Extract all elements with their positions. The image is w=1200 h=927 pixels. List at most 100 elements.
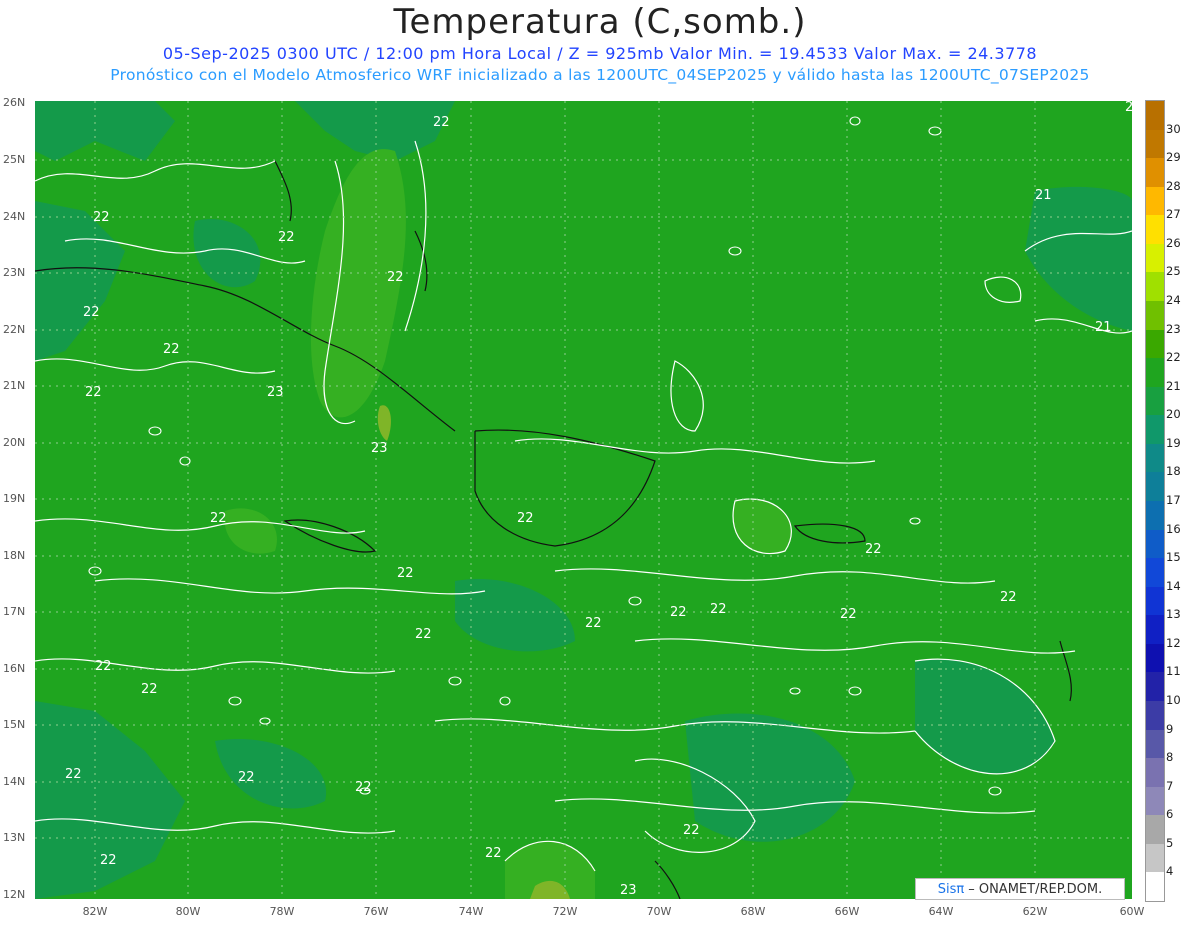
contour-label: 22 xyxy=(485,846,502,861)
colorbar-swatch xyxy=(1146,101,1164,131)
contour-label: 22 xyxy=(100,853,117,868)
credit-box: Sisπ – ONAMET/REP.DOM. xyxy=(915,878,1125,900)
colorbar-level-label: 10 xyxy=(1166,693,1181,707)
map-subtitle-time: 05-Sep-2025 0300 UTC / 12:00 pm Hora Loc… xyxy=(162,44,1038,63)
contour-label: 22 xyxy=(670,605,687,620)
temperature-colorbar xyxy=(1145,100,1165,902)
colorbar-level-label: 8 xyxy=(1166,750,1174,765)
lon-label: 78W xyxy=(269,905,295,918)
colorbar-level-label: 24 xyxy=(1166,293,1181,307)
colorbar-level-label: 23 xyxy=(1166,321,1181,336)
lon-label: 74W xyxy=(458,905,484,918)
contour-label: 22 xyxy=(210,511,227,526)
colorbar-swatch xyxy=(1146,215,1164,245)
colorbar-level-label: 5 xyxy=(1166,835,1174,850)
colorbar-swatch xyxy=(1146,843,1164,873)
colorbar-swatch xyxy=(1146,786,1164,816)
colorbar-swatch xyxy=(1146,386,1164,416)
contour-label: 22 xyxy=(710,602,727,617)
contour-label: 22 xyxy=(95,659,112,674)
colorbar-swatch xyxy=(1146,158,1164,188)
lat-label: 19N xyxy=(3,492,26,505)
colorbar-level-label: 20 xyxy=(1166,407,1181,422)
lat-label: 23N xyxy=(3,266,26,279)
contour-label: 22 xyxy=(85,385,102,400)
contour-label: 23 xyxy=(267,385,284,400)
colorbar-level-label: 11 xyxy=(1166,664,1181,679)
map-title: Temperatura (C,somb.) xyxy=(393,2,807,42)
lat-label: 15N xyxy=(3,718,26,731)
lon-label: 66W xyxy=(834,905,860,918)
colorbar-level-label: 29 xyxy=(1166,150,1181,165)
lon-label: 62W xyxy=(1022,905,1048,918)
colorbar-swatch xyxy=(1146,358,1164,388)
lat-label: 26N xyxy=(3,96,26,109)
colorbar-swatch xyxy=(1146,815,1164,845)
lon-label: 82W xyxy=(82,905,108,918)
colorbar-level-label: 9 xyxy=(1166,721,1174,736)
colorbar-level-label: 22 xyxy=(1166,350,1181,365)
lat-label: 13N xyxy=(3,831,26,844)
contour-loops xyxy=(88,116,1002,796)
contour-label: 22 xyxy=(355,780,372,795)
contour-label: 22 xyxy=(387,270,404,285)
colorbar-level-label: 26 xyxy=(1166,235,1181,250)
contour-label: 21 xyxy=(1035,188,1052,203)
colorbar-level-label: 13 xyxy=(1166,607,1181,622)
contour-label: 22 xyxy=(517,511,534,526)
contour-label: 21 xyxy=(1095,320,1112,335)
colorbar-swatch xyxy=(1146,415,1164,445)
colorbar-level-label: 18 xyxy=(1166,464,1181,479)
colorbar-level-label: 4 xyxy=(1166,864,1174,879)
contour-label: 22 xyxy=(163,342,180,357)
lat-label: 21N xyxy=(3,379,26,392)
lat-label: 20N xyxy=(3,436,26,449)
contour-label: 22 xyxy=(585,616,602,631)
colorbar-swatch xyxy=(1146,701,1164,731)
colorbar-swatch xyxy=(1146,301,1164,331)
contour-label: 22 xyxy=(141,682,158,697)
lon-label: 68W xyxy=(740,905,766,918)
colorbar-level-label: 12 xyxy=(1166,635,1181,650)
colorbar-swatch xyxy=(1146,529,1164,559)
colorbar-swatch xyxy=(1146,672,1164,702)
colorbar-level-label: 16 xyxy=(1166,521,1181,536)
contour-label: 22 xyxy=(1000,590,1017,605)
lat-label: 17N xyxy=(3,605,26,618)
credit-organization: – ONAMET/REP.DOM. xyxy=(968,881,1103,897)
colorbar-swatch xyxy=(1146,872,1164,902)
lat-label: 12N xyxy=(3,888,26,901)
cool-regions xyxy=(35,101,1132,899)
contour-label: 22 xyxy=(433,115,450,130)
colorbar-level-label: 25 xyxy=(1166,264,1181,279)
lon-label: 76W xyxy=(363,905,389,918)
contour-label: 22 xyxy=(83,305,100,320)
colorbar-level-label: 6 xyxy=(1166,807,1174,822)
colorbar-level-label: 21 xyxy=(1166,378,1181,393)
lon-label: 72W xyxy=(552,905,578,918)
colorbar-swatch xyxy=(1146,643,1164,673)
colorbar-level-label: 30 xyxy=(1166,121,1181,136)
lon-label: 60W xyxy=(1119,905,1145,918)
contour-label: 23 xyxy=(371,441,388,456)
colorbar-level-label: 15 xyxy=(1166,550,1181,565)
lat-label: 24N xyxy=(3,210,26,223)
lat-label: 14N xyxy=(3,775,26,788)
colorbar-level-label: 19 xyxy=(1166,435,1181,450)
colorbar-swatch xyxy=(1146,129,1164,159)
contour-label: 22 xyxy=(840,607,857,622)
contour-label: 21 xyxy=(1125,101,1132,115)
credit-brand: Sisπ xyxy=(937,881,965,897)
colorbar-swatch xyxy=(1146,186,1164,216)
temperature-map: 22 22 22 22 22 22 22 22 22 22 22 22 22 2… xyxy=(35,101,1132,899)
lon-label: 64W xyxy=(928,905,954,918)
colorbar-swatch xyxy=(1146,758,1164,788)
contour-label: 22 xyxy=(397,566,414,581)
contour-label: 22 xyxy=(415,627,432,642)
colorbar-level-label: 28 xyxy=(1166,178,1181,193)
contour-label: 23 xyxy=(620,883,637,898)
lat-label: 22N xyxy=(3,323,26,336)
map-subtitle-model: Pronóstico con el Modelo Atmosferico WRF… xyxy=(110,66,1090,84)
colorbar-level-label: 27 xyxy=(1166,207,1181,222)
colorbar-swatch xyxy=(1146,272,1164,302)
